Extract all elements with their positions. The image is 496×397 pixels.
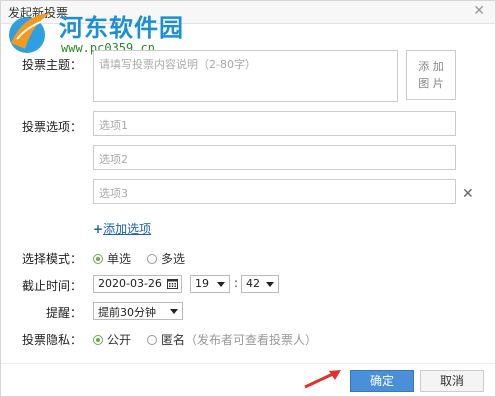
mode-label: 选择模式：: [22, 252, 83, 266]
add-image-button[interactable]: 添 加 图 片: [406, 50, 456, 100]
option-input-3[interactable]: 选项3: [93, 179, 456, 204]
reminder-select[interactable]: 提前30分钟: [93, 302, 183, 320]
deadline-hour-select[interactable]: 19: [190, 275, 230, 293]
add-option-label: 添加选项: [103, 222, 152, 236]
topic-textarea[interactable]: 请填写投票内容说明（2-80字）: [93, 50, 398, 102]
radio-checked-icon: [93, 335, 103, 345]
chevron-down-icon: [217, 282, 225, 287]
chevron-down-icon: [170, 309, 178, 314]
radio-unchecked-icon: [147, 254, 157, 264]
delete-option-icon[interactable]: ✕: [462, 186, 474, 202]
option-placeholder: 选项2: [99, 153, 128, 166]
mode-single-radio[interactable]: 单选: [93, 250, 131, 267]
red-arrow-icon: [304, 370, 341, 389]
close-icon[interactable]: ✕: [473, 3, 485, 19]
radio-unchecked-icon: [147, 335, 157, 345]
mode-multi-label: 多选: [161, 252, 186, 266]
footer-divider: [1, 363, 495, 364]
reminder-value: 提前30分钟: [98, 306, 156, 319]
privacy-public-label: 公开: [107, 333, 132, 347]
cancel-button[interactable]: 取消: [420, 370, 484, 392]
deadline-hour-value: 19: [195, 277, 209, 290]
calendar-icon[interactable]: [167, 278, 178, 289]
mode-single-label: 单选: [107, 252, 132, 266]
privacy-anonymous-hint: （发布者可查看投票人）: [185, 333, 318, 347]
deadline-date-value: 2020-03-26: [98, 277, 162, 290]
dialog-title: 发起新投票: [8, 6, 69, 20]
topic-label: 投票主题：: [22, 58, 83, 72]
plus-icon: +: [93, 222, 104, 236]
deadline-date-input[interactable]: 2020-03-26: [93, 275, 182, 293]
privacy-anonymous-label: 匿名: [161, 333, 186, 347]
add-image-label-line2: 图 片: [418, 77, 444, 90]
dialog-titlebar: 发起新投票 ✕: [1, 1, 495, 24]
options-label: 投票选项：: [22, 120, 83, 134]
vote-dialog: 发起新投票 ✕ 河东软件园 www.pc0359.cn 投票主题： 请填写投票内…: [0, 0, 496, 397]
add-image-label-line1: 添 加: [418, 60, 444, 73]
privacy-public-radio[interactable]: 公开: [93, 331, 131, 348]
add-option-link[interactable]: +添加选项: [93, 220, 151, 237]
mode-multi-radio[interactable]: 多选: [147, 250, 185, 267]
privacy-anonymous-radio[interactable]: 匿名（发布者可查看投票人）: [147, 331, 317, 348]
radio-checked-icon: [93, 254, 103, 264]
chevron-down-icon: [266, 282, 274, 287]
confirm-button[interactable]: 确定: [350, 370, 414, 392]
option-placeholder: 选项1: [99, 119, 128, 132]
deadline-minute-value: 42: [246, 277, 260, 290]
option-input-2[interactable]: 选项2: [93, 145, 456, 170]
option-placeholder: 选项3: [99, 187, 128, 200]
option-input-1[interactable]: 选项1: [93, 111, 456, 136]
deadline-minute-select[interactable]: 42: [241, 275, 279, 293]
topic-placeholder: 请填写投票内容说明（2-80字）: [99, 58, 256, 71]
time-separator: :: [234, 276, 239, 290]
reminder-label: 提醒：: [46, 306, 83, 320]
privacy-label: 投票隐私：: [22, 333, 83, 347]
deadline-label: 截止时间：: [22, 279, 83, 293]
